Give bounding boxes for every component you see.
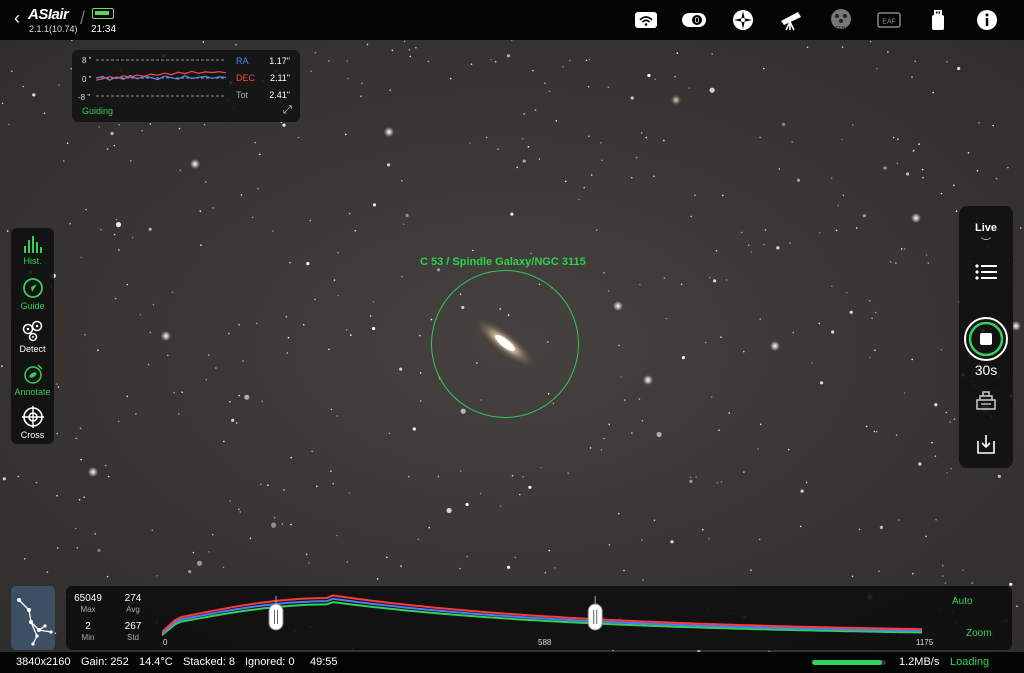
zoom-button[interactable]: Zoom (966, 628, 992, 639)
right-capture-panel: Live ︶ 30s (959, 206, 1013, 468)
sensor-temp: 14.4°C (139, 656, 173, 668)
status-bar: 3840x2160 Gain: 252 14.4°C Stacked: 8 Ig… (0, 652, 1024, 673)
stretch-high-handle[interactable] (587, 596, 603, 631)
hist-min-value: 2 (85, 621, 91, 632)
tool-label: Guide (20, 301, 45, 311)
tool-guide[interactable]: Guide (11, 273, 54, 315)
guide-axis-bot: -8 " (78, 93, 91, 102)
ignored-count: Ignored: 0 (245, 656, 295, 668)
info-icon[interactable] (974, 8, 1000, 32)
tool-label: Detect (19, 344, 46, 354)
histogram-panel: 65049 Max 274 Avg 2 Min 267 Std 0 588 11… (66, 586, 1012, 650)
hist-std-label: Std (126, 633, 139, 642)
top-bar: ‹ ASIair 2.1.1(10.74) / 21:34 0 EFW EAF (0, 0, 1024, 40)
hist-axis-mid: 588 (538, 638, 552, 647)
tot-value: 2.41" (269, 90, 290, 100)
app-version: 2.1.1(10.74) (29, 24, 78, 34)
wifi-icon[interactable] (633, 8, 659, 32)
dec-series (96, 70, 226, 81)
chevron-down-icon[interactable]: ︶ (959, 234, 1013, 249)
usb-icon[interactable] (925, 8, 951, 32)
mount-icon[interactable] (730, 8, 756, 32)
left-toolbar: Hist. Guide Detect Annotate Cross (11, 228, 54, 444)
save-icon[interactable] (972, 430, 1000, 458)
auto-stretch-button[interactable]: Auto (952, 596, 973, 607)
ra-value: 1.17" (269, 56, 290, 66)
guide-icon (22, 278, 43, 298)
filter-wheel-icon[interactable]: EFW (828, 8, 854, 32)
loading-progress (812, 660, 886, 665)
expand-icon[interactable]: ⤢ (283, 104, 292, 117)
tool-label: Hist. (23, 256, 42, 266)
stop-icon (964, 317, 1008, 361)
svg-text:EFW: EFW (835, 26, 846, 32)
transfer-speed: 1.2MB/s (899, 656, 940, 668)
dec-value: 2.11" (269, 73, 290, 83)
list-icon[interactable] (972, 258, 1000, 286)
ra-label: RA (236, 56, 249, 66)
annotate-icon (23, 364, 43, 384)
svg-text:EAF: EAF (882, 19, 896, 26)
guide-graph-panel[interactable]: 8 " 0 " -8 " RA 1.17" DEC 2.11" Tot 2.41… (72, 50, 300, 122)
clock: 21:34 (91, 24, 117, 35)
hist-axis-end: 1175 (916, 638, 934, 647)
svg-text:0: 0 (695, 16, 700, 25)
histogram-curve[interactable] (162, 588, 932, 636)
tot-label: Tot (236, 90, 249, 100)
annotation-circle[interactable] (431, 270, 579, 418)
gain: Gain: 252 (81, 656, 129, 668)
tool-annotate[interactable]: Annotate (11, 359, 54, 401)
stop-button[interactable] (963, 316, 1009, 362)
battery-icon (92, 8, 114, 19)
histogram-icon (23, 236, 42, 253)
tool-label: Annotate (14, 387, 51, 397)
loading-status: Loading (950, 656, 990, 668)
dec-label: DEC (236, 73, 256, 83)
stack-icon[interactable] (972, 386, 1000, 414)
tool-detect[interactable]: Detect (11, 316, 54, 358)
annotation-label[interactable]: C 53 / Spindle Galaxy/NGC 3115 (420, 256, 586, 268)
hist-min-label: Min (81, 633, 95, 642)
crosshair-icon (21, 406, 44, 428)
focuser-icon[interactable]: EAF (876, 8, 902, 32)
exposure-time[interactable]: 30s (959, 362, 1013, 378)
guide-status: Guiding (82, 106, 114, 116)
guide-axis-top: 8 " (82, 56, 92, 65)
hist-max-label: Max (80, 605, 96, 614)
guide-axis-mid: 0 " (82, 75, 92, 84)
telescope-icon[interactable] (778, 8, 804, 32)
app-logo: ASIair (28, 6, 69, 23)
constellation-thumbnail[interactable] (11, 586, 55, 650)
hist-std-value: 267 (124, 621, 142, 632)
hist-axis-start: 0 (163, 638, 168, 647)
live-image-view[interactable]: C 53 / Spindle Galaxy/NGC 3115 (0, 40, 1024, 652)
stacked-count: Stacked: 8 (183, 656, 235, 668)
tool-crosshair[interactable]: Cross (11, 402, 54, 444)
hist-max-value: 65049 (74, 593, 102, 604)
camera-icon[interactable]: 0 (681, 8, 707, 32)
mode-selector[interactable]: Live (959, 222, 1013, 234)
detect-icon (22, 320, 42, 342)
hist-avg-value: 274 (124, 593, 142, 604)
resolution: 3840x2160 (16, 656, 71, 668)
tool-histogram[interactable]: Hist. (11, 230, 54, 272)
tool-label: Cross (20, 430, 45, 440)
back-icon[interactable]: ‹ (14, 8, 20, 29)
hist-avg-label: Avg (126, 605, 140, 614)
divider: / (80, 8, 86, 28)
elapsed-time: 49:55 (310, 656, 338, 668)
guide-graph (96, 59, 226, 97)
